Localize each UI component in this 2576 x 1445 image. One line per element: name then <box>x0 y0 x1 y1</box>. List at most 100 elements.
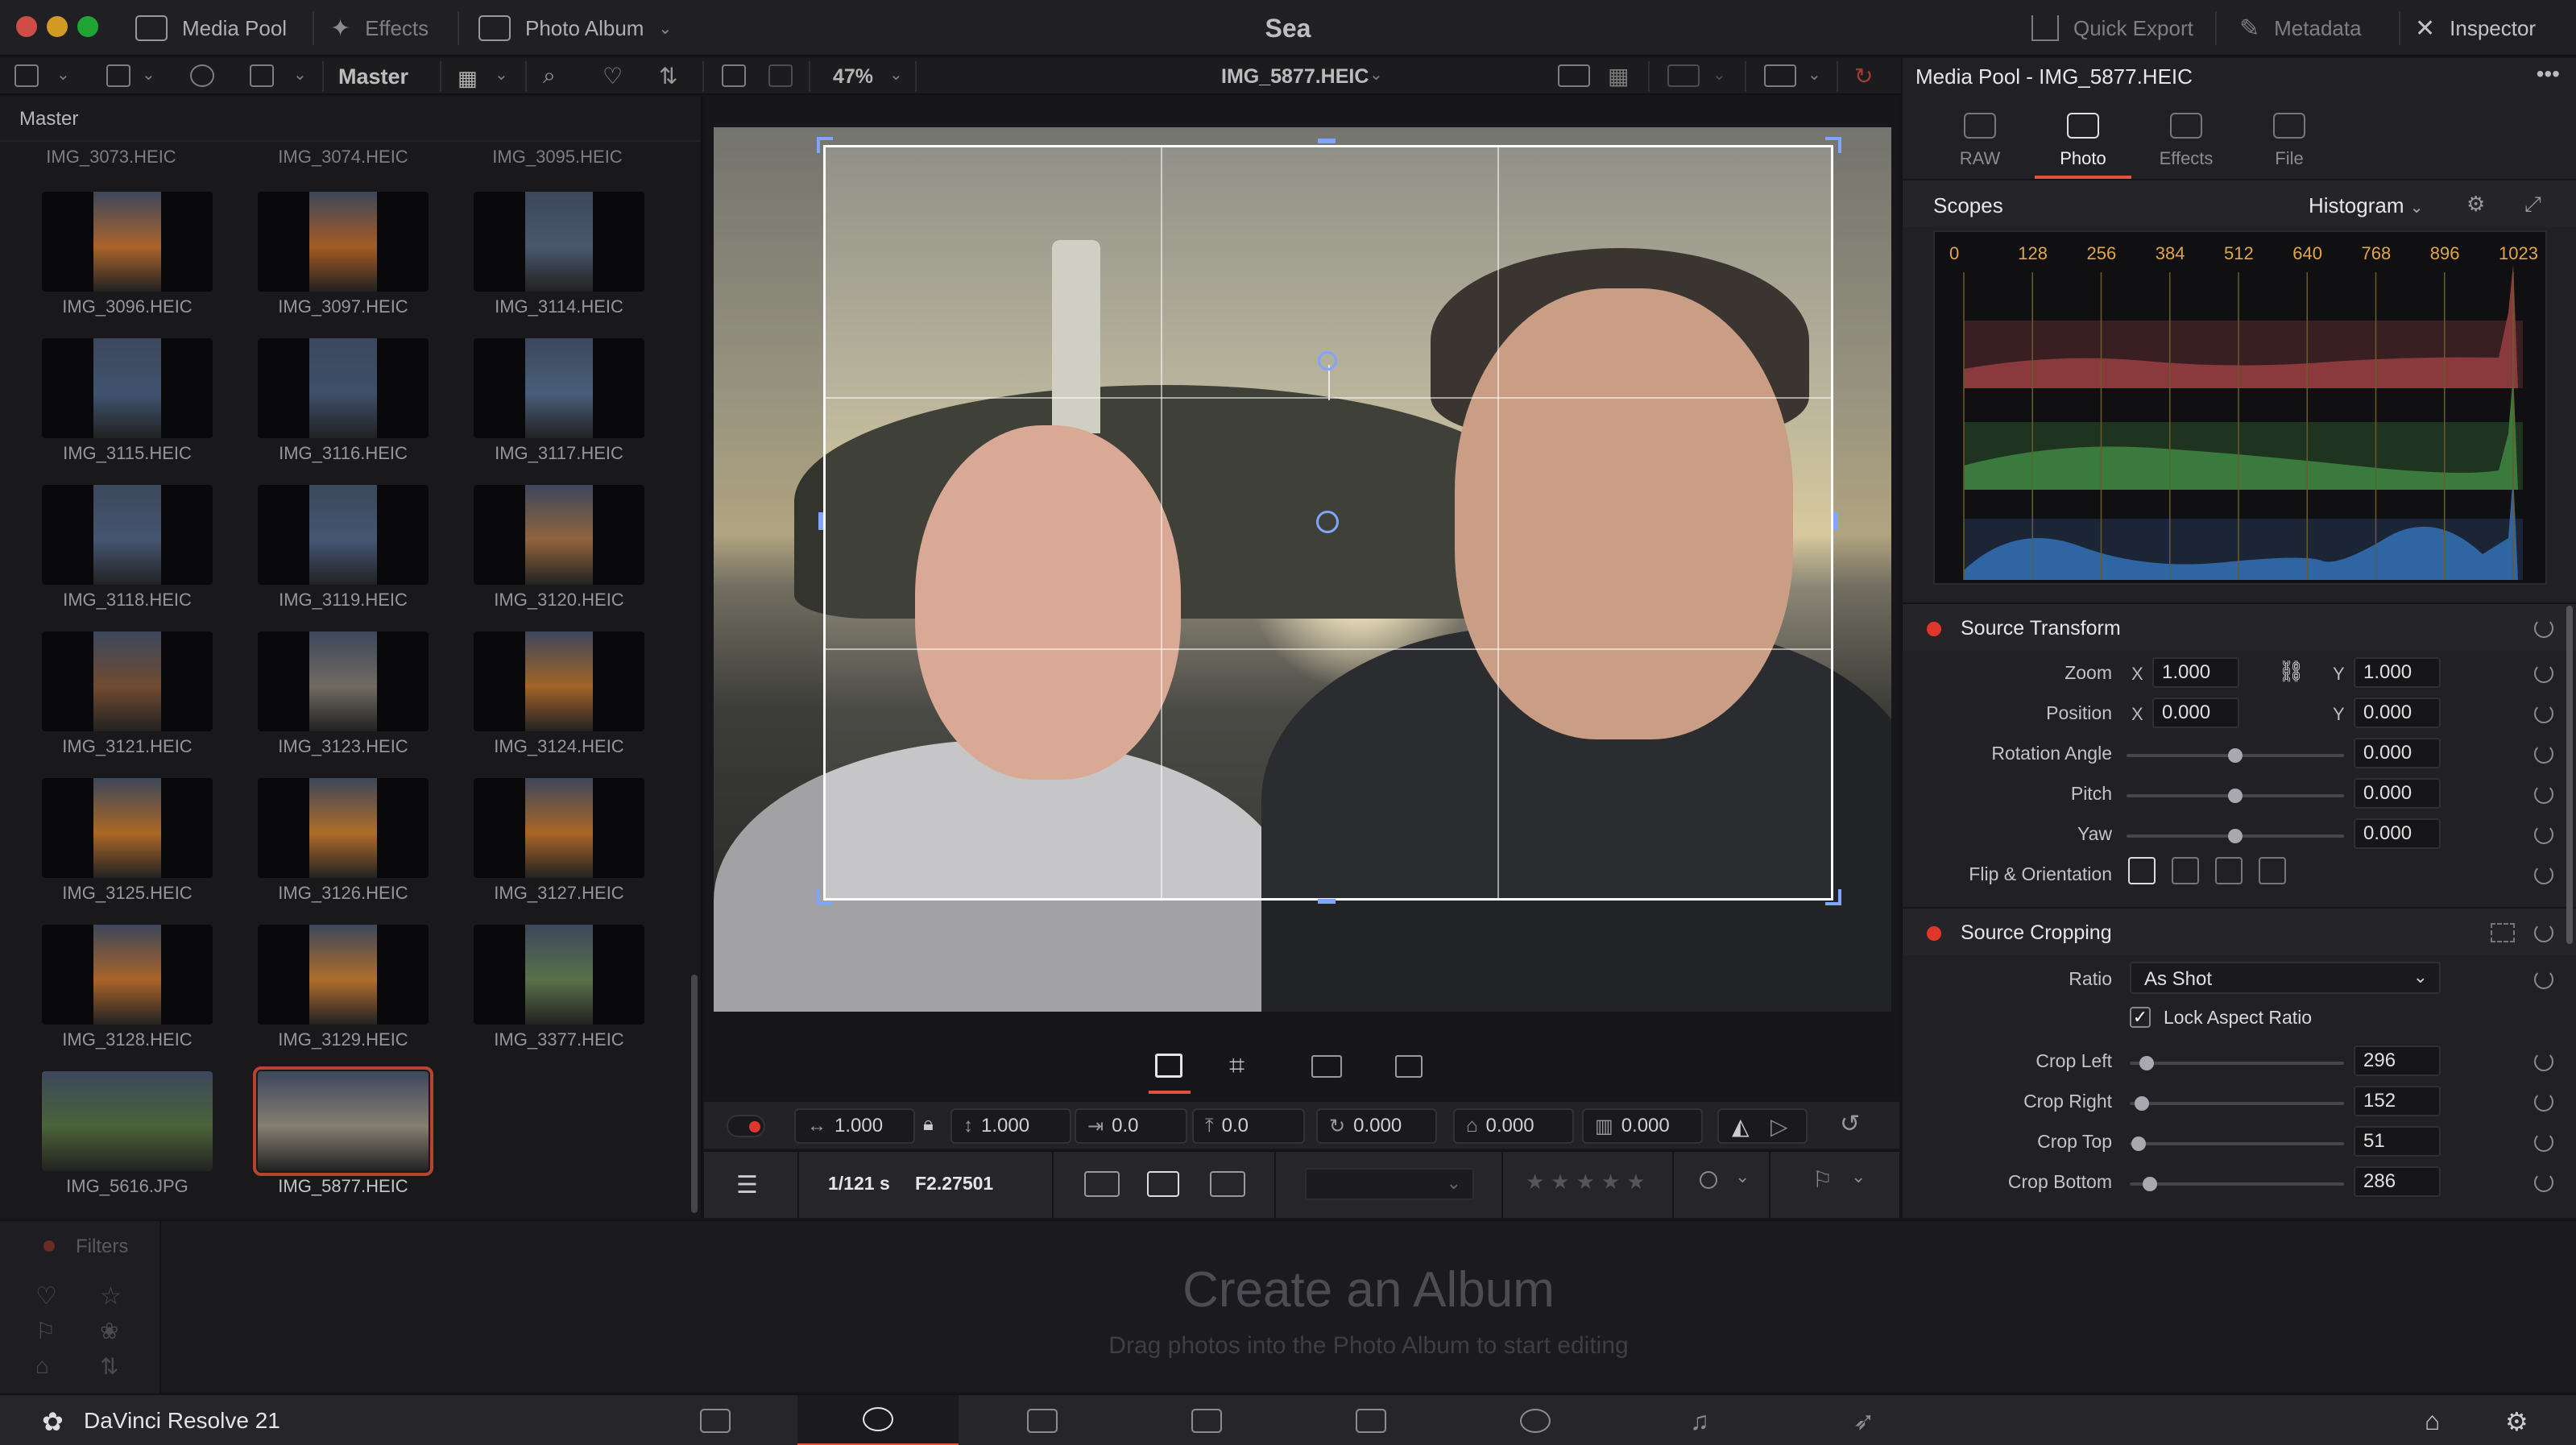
more-options-icon[interactable]: ••• <box>2537 61 2560 87</box>
clip-thumbnail[interactable]: IMG_3120.HEIC <box>474 485 651 622</box>
zoom-y-input[interactable]: 1.000 <box>2354 657 2441 688</box>
thumbnail-image[interactable] <box>258 192 429 292</box>
zoom-x-field[interactable]: ↔ 1.000 <box>794 1108 915 1144</box>
crop-handle-right[interactable] <box>1833 512 1838 530</box>
reset-icon[interactable] <box>2534 825 2553 844</box>
thumbnail-image[interactable] <box>42 778 213 878</box>
photo-album-area[interactable]: Filters ♡ ☆ ⚐ ❀ ⌂ ⇅ Create an Album Drag… <box>0 1219 2576 1393</box>
thumbnail-image[interactable] <box>474 778 644 878</box>
crop-top-input[interactable]: 51 <box>2354 1126 2441 1157</box>
page-fusion[interactable] <box>1290 1395 1452 1445</box>
thumbnail-image[interactable] <box>42 925 213 1025</box>
clip-thumbnail[interactable]: IMG_3118.HEIC <box>42 485 219 622</box>
inspector-scrollbar[interactable] <box>2566 606 2573 944</box>
sidebar-toggle-icon[interactable] <box>14 64 39 87</box>
clip-thumbnail[interactable]: IMG_3123.HEIC <box>258 631 435 768</box>
crop-bottom-slider[interactable] <box>2130 1182 2344 1186</box>
thumbnail-image[interactable] <box>42 338 213 438</box>
position-y-input[interactable]: 0.000 <box>2354 698 2441 728</box>
enable-toggle[interactable] <box>1927 926 1941 941</box>
scope-settings-icon[interactable]: ⚙ <box>2466 192 2485 217</box>
home-icon[interactable]: ⌂ <box>2425 1406 2440 1436</box>
pitch-field[interactable]: ⌂ 0.000 <box>1453 1108 1574 1144</box>
tab-effects[interactable]: Effects <box>2138 106 2234 179</box>
crop-left-slider-knob[interactable] <box>2139 1056 2154 1070</box>
new-bin-icon[interactable] <box>106 64 130 87</box>
star-rating[interactable]: ★★★★★ <box>1526 1170 1652 1195</box>
thumbnail-image[interactable] <box>42 485 213 585</box>
minimize-window-button[interactable] <box>47 16 68 37</box>
color-icon[interactable]: ❀ <box>100 1318 118 1344</box>
clip-thumbnail[interactable]: IMG_3127.HEIC <box>474 778 651 915</box>
rotation-input[interactable]: 0.000 <box>2354 738 2441 768</box>
crop-tool-icon[interactable]: ⌗ <box>1229 1050 1245 1082</box>
single-view-icon[interactable] <box>1558 64 1590 87</box>
thumbnail-image[interactable] <box>474 338 644 438</box>
reset-transform-icon[interactable]: ↺ <box>1840 1110 1860 1138</box>
clip-thumbnail[interactable]: IMG_3115.HEIC <box>42 338 219 475</box>
flip-vertical-button[interactable] <box>2172 857 2199 884</box>
crop-top-slider-knob[interactable] <box>2131 1137 2146 1151</box>
thumbnail-image[interactable] <box>474 631 644 731</box>
rotate-left-button[interactable] <box>2215 857 2243 884</box>
clip-thumbnail[interactable]: IMG_3125.HEIC <box>42 778 219 915</box>
photo-icon[interactable] <box>1147 1171 1179 1197</box>
thumbnail-image[interactable] <box>253 1066 433 1176</box>
crop-handle-bottom-right[interactable] <box>1825 889 1841 905</box>
dynamic-zoom-icon[interactable] <box>1311 1055 1342 1078</box>
thumbnail-image[interactable] <box>42 631 213 731</box>
page-photo[interactable] <box>797 1395 959 1445</box>
tab-photo[interactable]: Photo <box>2035 106 2131 179</box>
clip-thumbnail[interactable]: IMG_3121.HEIC <box>42 631 219 768</box>
position-x-field[interactable]: ⇥ 0.0 <box>1075 1108 1187 1144</box>
clip-thumbnail[interactable]: IMG_3129.HEIC <box>258 925 435 1062</box>
zoom-x-input[interactable]: 1.000 <box>2152 657 2239 688</box>
source-transform-header[interactable]: Source Transform <box>1903 602 2576 651</box>
yaw-field[interactable]: ▥ 0.000 <box>1582 1108 1703 1144</box>
expand-icon[interactable]: ⤢ <box>2524 192 2541 217</box>
flip-vertical-icon[interactable]: ▷ <box>1770 1113 1788 1140</box>
reset-icon[interactable] <box>2534 704 2553 723</box>
clip-thumbnail[interactable]: IMG_3124.HEIC <box>474 631 651 768</box>
bookmark-icon[interactable]: ⚐ <box>35 1318 56 1344</box>
crop-handle-top-left[interactable] <box>817 137 833 153</box>
reset-icon[interactable] <box>2534 664 2553 683</box>
sort-icon[interactable]: ⇅ <box>659 63 677 89</box>
crop-top-slider[interactable] <box>2130 1142 2344 1145</box>
thumbnail-image[interactable] <box>474 485 644 585</box>
chevron-down-icon[interactable]: ⌄ <box>1808 64 1821 85</box>
center-handle[interactable] <box>1316 511 1339 533</box>
reset-icon[interactable] <box>2534 1092 2553 1112</box>
crop-handle-top[interactable] <box>1318 139 1336 143</box>
clip-thumbnail[interactable]: IMG_3128.HEIC <box>42 925 219 1062</box>
record-toggle[interactable] <box>727 1115 765 1137</box>
crop-handle-bottom[interactable] <box>1318 899 1336 904</box>
clip-thumbnail[interactable]: IMG_5616.JPG <box>42 1071 219 1208</box>
compare-icon[interactable] <box>768 64 793 87</box>
source-cropping-header[interactable]: Source Cropping <box>1903 907 2576 955</box>
flip-horizontal-icon[interactable]: ◭ <box>1732 1113 1750 1140</box>
page-color[interactable] <box>1455 1395 1616 1445</box>
reset-icon[interactable] <box>2534 970 2553 989</box>
clip-thumbnail[interactable]: IMG_3117.HEIC <box>474 338 651 475</box>
heart-icon[interactable]: ♡ <box>603 63 623 89</box>
thumbnail-image[interactable] <box>474 925 644 1025</box>
page-deliver[interactable]: ➶ <box>1783 1395 1944 1445</box>
zoom-y-field[interactable]: ↕ 1.000 <box>950 1108 1071 1144</box>
clip-thumbnail[interactable]: IMG_3096.HEIC <box>42 192 219 329</box>
chevron-down-icon[interactable]: ⌄ <box>142 64 155 85</box>
bypass-icon[interactable]: ↻ <box>1854 63 1873 89</box>
thumbnail-image[interactable] <box>258 631 429 731</box>
clip-thumbnail[interactable]: IMG_3097.HEIC <box>258 192 435 329</box>
gear-icon[interactable]: ⚙ <box>2505 1406 2528 1437</box>
chevron-down-icon[interactable]: ⌄ <box>1713 64 1726 85</box>
crop-handle-top-right[interactable] <box>1825 137 1841 153</box>
clip-thumbnail[interactable]: IMG_3377.HEIC <box>474 925 651 1062</box>
rotation-slider-knob[interactable] <box>2228 748 2243 763</box>
yaw-slider-knob[interactable] <box>2228 829 2243 843</box>
chevron-down-icon[interactable]: ⌄ <box>293 64 307 85</box>
crop-bottom-input[interactable]: 286 <box>2354 1166 2441 1197</box>
crop-overlay-icon[interactable] <box>2491 923 2515 942</box>
page-media[interactable] <box>635 1395 796 1445</box>
display-icon[interactable] <box>1667 64 1700 87</box>
